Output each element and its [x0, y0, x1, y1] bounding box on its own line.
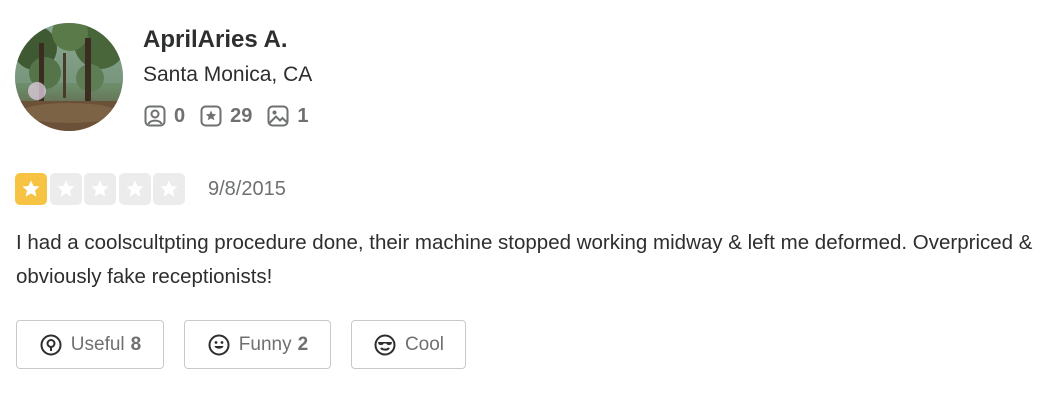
- reviews-count: 29: [230, 104, 253, 127]
- user-location: Santa Monica, CA: [143, 63, 313, 86]
- cool-label: Cool: [404, 333, 445, 355]
- user-stats: 0 29 1: [143, 101, 323, 131]
- avatar[interactable]: [15, 23, 123, 131]
- funny-count: 2: [297, 333, 309, 355]
- useful-count: 8: [130, 333, 142, 355]
- smile-icon: [208, 334, 230, 355]
- photos-count: 1: [297, 104, 309, 127]
- star-5: [153, 173, 185, 205]
- photos-stat: 1: [266, 104, 309, 128]
- star-rating: [15, 173, 188, 205]
- cool-button[interactable]: Cool: [351, 320, 466, 369]
- reviews-stat: 29: [199, 104, 252, 128]
- funny-button[interactable]: Funny 2: [184, 320, 331, 369]
- lightbulb-icon: [40, 334, 62, 355]
- reaction-buttons: Useful 8 Funny 2 Cool: [16, 320, 486, 369]
- review-star-icon: [200, 105, 222, 127]
- useful-label: Useful: [70, 333, 125, 355]
- review-text: I had a coolscultpting procedure done, t…: [16, 231, 1033, 288]
- star-3: [84, 173, 116, 205]
- friends-count: 0: [174, 104, 186, 127]
- friends-stat: 0: [143, 104, 185, 128]
- sunglasses-icon: [374, 334, 396, 355]
- useful-button[interactable]: Useful 8: [16, 320, 164, 369]
- star-icon: [57, 180, 74, 197]
- star-icon: [22, 180, 40, 197]
- star-icon: [126, 180, 143, 197]
- star-icon: [160, 180, 178, 197]
- review-date: 9/8/2015: [208, 178, 286, 200]
- friends-icon: [144, 105, 166, 127]
- funny-label: Funny: [238, 333, 292, 355]
- review-card: AprilAries A. Santa Monica, CA 0 29 1 9/…: [0, 0, 1044, 405]
- star-icon: [91, 180, 109, 197]
- photo-icon: [267, 105, 289, 127]
- avatar-photo: [15, 23, 123, 131]
- user-name[interactable]: AprilAries A.: [143, 24, 287, 56]
- star-1: [15, 173, 47, 205]
- star-4: [118, 173, 151, 205]
- star-2: [49, 173, 82, 205]
